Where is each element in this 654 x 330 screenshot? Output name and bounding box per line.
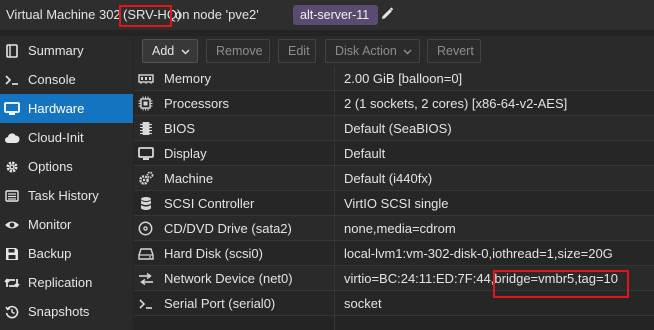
sidebar-item-cloud-init[interactable]: Cloud-Init xyxy=(0,123,133,152)
cloud-icon xyxy=(4,130,20,145)
row-value: Default (i440fx) xyxy=(344,171,433,186)
remove-button[interactable]: Remove xyxy=(206,39,270,63)
row-name: CD/DVD Drive (sata2) xyxy=(164,221,292,236)
row-name: BIOS xyxy=(164,121,196,136)
hardware-row-cdrom[interactable]: CD/DVD Drive (sata2) none,media=cdrom xyxy=(134,216,654,241)
sidebar-item-label: Monitor xyxy=(28,217,72,232)
chevron-down-icon xyxy=(181,40,190,65)
sidebar-item-hardware[interactable]: Hardware xyxy=(0,94,133,123)
disc-icon xyxy=(137,221,154,236)
row-name: Machine xyxy=(164,171,214,186)
retweet-icon xyxy=(4,275,20,290)
row-value: VirtIO SCSI single xyxy=(344,196,449,211)
monitor-icon xyxy=(4,101,20,116)
chip-icon xyxy=(137,121,154,136)
hardware-row-bios[interactable]: BIOS Default (SeaBIOS) xyxy=(134,116,654,141)
sidebar-item-label: Options xyxy=(28,159,73,174)
row-value: 2.00 GiB [balloon=0] xyxy=(344,71,463,86)
title-prefix: Virtual Machine 302 xyxy=(6,7,121,22)
disk-action-button[interactable]: Disk Action xyxy=(325,39,420,63)
sidebar-item-label: Task History xyxy=(28,188,99,203)
sidebar-item-replication[interactable]: Replication xyxy=(0,268,133,297)
sidebar-item-label: Replication xyxy=(28,275,93,290)
vm-sidebar: Summary Console Hardware Cloud-Init Opti… xyxy=(0,36,133,330)
row-value: 2 (1 sockets, 2 cores) [x86-64-v2-AES] xyxy=(344,96,568,111)
row-name: SCSI Controller xyxy=(164,196,255,211)
hardware-row-memory[interactable]: Memory 2.00 GiB [balloon=0] xyxy=(134,66,654,91)
row-name: Network Device (net0) xyxy=(164,271,293,286)
book-icon xyxy=(4,43,20,58)
desktop-icon xyxy=(137,146,154,161)
sidebar-item-label: Hardware xyxy=(28,101,85,116)
row-name: Display xyxy=(164,146,207,161)
row-value: Default xyxy=(344,146,386,161)
sidebar-item-label: Snapshots xyxy=(28,304,90,319)
sidebar-item-label: Backup xyxy=(28,246,72,261)
sidebar-item-label: Cloud-Init xyxy=(28,130,84,145)
list-icon xyxy=(4,188,20,203)
row-value: none,media=cdrom xyxy=(344,221,456,236)
hardware-row-display[interactable]: Display Default xyxy=(134,141,654,166)
network-icon xyxy=(137,271,154,286)
row-value: socket xyxy=(344,296,382,311)
title-suffix: on node 'pve2' xyxy=(175,7,259,22)
row-value: local-lvm1:vm-302-disk-0,iothread=1,size… xyxy=(344,246,613,261)
edit-button[interactable]: Edit xyxy=(278,39,316,63)
title-bar: Virtual Machine 302 (SRV-HQ) on node 'pv… xyxy=(0,0,654,30)
column-separator xyxy=(334,66,335,330)
row-value: Default (SeaBIOS) xyxy=(344,121,452,136)
eye-icon xyxy=(4,217,20,232)
hdd-icon xyxy=(137,246,154,261)
sidebar-item-console[interactable]: Console xyxy=(0,65,133,94)
sidebar-item-task-history[interactable]: Task History xyxy=(0,181,133,210)
terminal-icon xyxy=(137,296,154,311)
bridge-tag-highlight xyxy=(493,270,629,298)
sidebar-item-summary[interactable]: Summary xyxy=(0,36,133,65)
hardware-row-processors[interactable]: Processors 2 (1 sockets, 2 cores) [x86-6… xyxy=(134,91,654,116)
sidebar-item-options[interactable]: Options xyxy=(0,152,133,181)
memory-icon xyxy=(137,71,154,86)
hardware-row-scsi-controller[interactable]: SCSI Controller VirtIO SCSI single xyxy=(134,191,654,216)
sidebar-item-backup[interactable]: Backup xyxy=(0,239,133,268)
database-icon xyxy=(137,196,154,211)
row-name: Serial Port (serial0) xyxy=(164,296,276,311)
hardware-toolbar: Add Remove Edit Disk Action Revert xyxy=(134,36,654,66)
chevron-down-icon xyxy=(403,40,412,65)
cogs-icon xyxy=(137,171,154,186)
sidebar-item-snapshots[interactable]: Snapshots xyxy=(0,297,133,326)
hardware-row-machine[interactable]: Machine Default (i440fx) xyxy=(134,166,654,191)
sidebar-item-monitor[interactable]: Monitor xyxy=(0,210,133,239)
floppy-icon xyxy=(4,246,20,261)
pencil-icon[interactable] xyxy=(380,7,394,21)
sidebar-item-label: Summary xyxy=(28,43,84,58)
history-icon xyxy=(4,304,20,319)
sidebar-item-label: Console xyxy=(28,72,76,87)
row-name: Hard Disk (scsi0) xyxy=(164,246,263,261)
add-button[interactable]: Add xyxy=(142,39,198,63)
row-name: Memory xyxy=(164,71,211,86)
gear-icon xyxy=(4,159,20,174)
terminal-icon xyxy=(4,72,20,87)
cpu-icon xyxy=(137,96,154,111)
revert-button[interactable]: Revert xyxy=(427,39,481,63)
vm-name-highlight xyxy=(119,5,172,27)
vm-tag[interactable]: alt-server-11 xyxy=(293,5,378,25)
disk-action-label: Disk Action xyxy=(335,44,397,58)
hardware-row-hard-disk[interactable]: Hard Disk (scsi0) local-lvm1:vm-302-disk… xyxy=(134,241,654,266)
row-name: Processors xyxy=(164,96,230,111)
add-button-label: Add xyxy=(152,44,175,58)
